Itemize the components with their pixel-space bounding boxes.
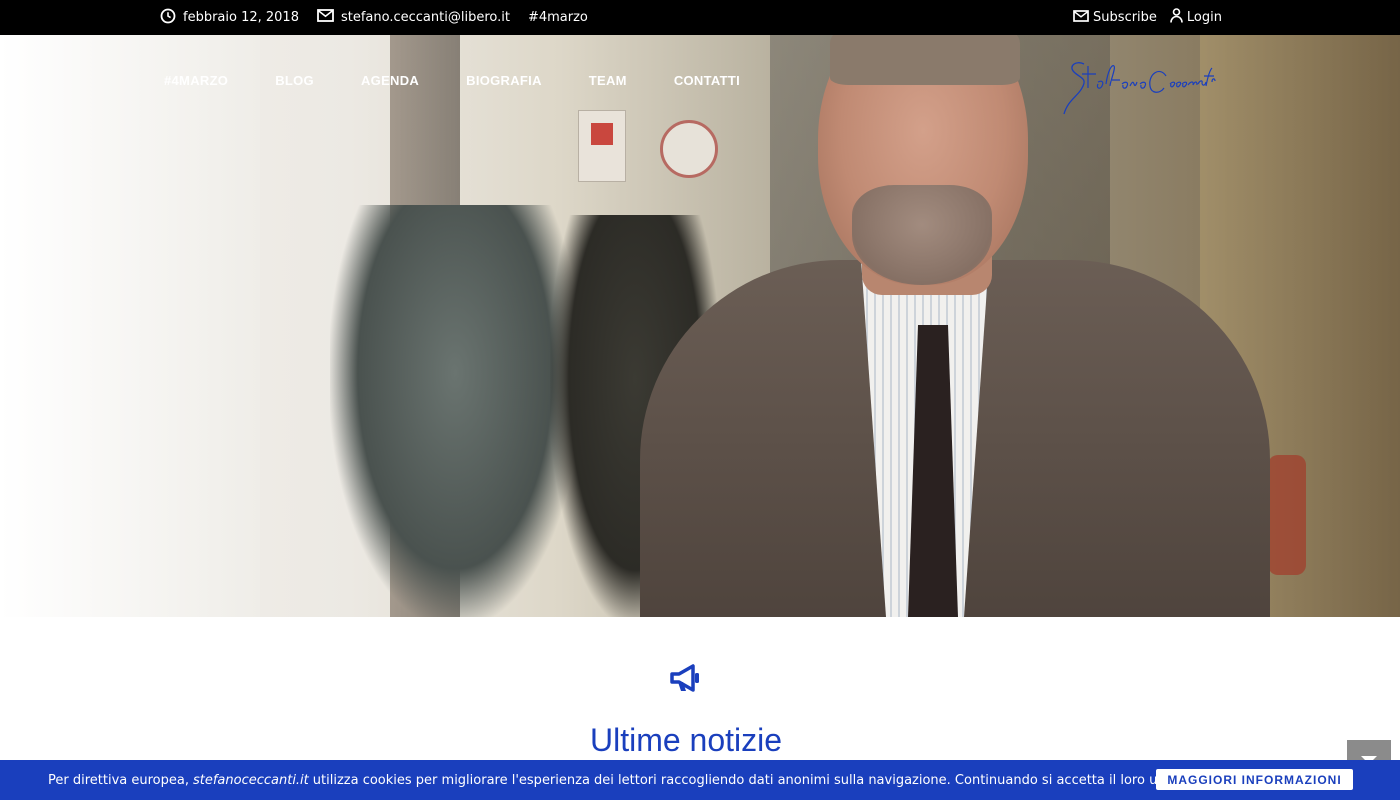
more-info-button[interactable]: MAGGIORI INFORMAZIONI	[1156, 769, 1353, 790]
hashtag-item[interactable]: #4marzo	[528, 10, 588, 25]
top-bar-info: febbraio 12, 2018 stefano.ceccanti@liber…	[160, 0, 606, 35]
section-title: Ultime notizie	[589, 722, 783, 758]
cookie-text: Per direttiva europea, stefanoceccanti.i…	[48, 760, 1176, 800]
email-link[interactable]: stefano.ceccanti@libero.it	[341, 10, 510, 25]
nav-item-blog[interactable]: BLOG	[275, 73, 314, 88]
subscribe-button[interactable]: Subscribe	[1073, 9, 1157, 26]
user-icon	[1170, 8, 1187, 27]
top-bar: febbraio 12, 2018 stefano.ceccanti@liber…	[0, 0, 1400, 35]
date-text: febbraio 12, 2018	[183, 10, 299, 25]
nav-item-team[interactable]: TEAM	[589, 73, 627, 88]
hero-statue	[330, 205, 580, 617]
portrait-hair	[830, 35, 1020, 85]
mail-icon	[317, 9, 341, 26]
hashtag-link[interactable]: #4marzo	[528, 10, 588, 25]
subscribe-label: Subscribe	[1093, 10, 1157, 25]
cookie-banner: Per direttiva europea, stefanoceccanti.i…	[0, 760, 1400, 800]
nav-item-4marzo[interactable]: #4MARZO	[164, 73, 228, 88]
top-bar-actions: Subscribe Login	[1060, 0, 1222, 35]
cookie-site: stefanoceccanti.it	[192, 772, 309, 788]
clock-icon	[160, 8, 183, 28]
main-nav: #4MARZO BLOG AGENDA BIOGRAFIA TEAM CONTA…	[164, 35, 787, 125]
mail-icon	[1073, 9, 1093, 26]
date-item: febbraio 12, 2018	[160, 8, 299, 28]
signature-logo[interactable]	[1062, 52, 1222, 122]
nav-item-contatti[interactable]: CONTATTI	[674, 73, 740, 88]
login-label: Login	[1186, 10, 1222, 25]
cookie-text-after: utilizza cookies per migliorare l'esperi…	[312, 772, 1176, 788]
email-item[interactable]: stefano.ceccanti@libero.it	[317, 9, 510, 26]
nav-item-biografia[interactable]: BIOGRAFIA	[466, 73, 542, 88]
nav-item-agenda[interactable]: AGENDA	[361, 73, 419, 88]
portrait-beard	[852, 185, 992, 285]
megaphone-icon	[668, 660, 704, 696]
login-button[interactable]: Login	[1170, 8, 1222, 27]
cookie-text-before: Per direttiva europea,	[48, 772, 189, 788]
